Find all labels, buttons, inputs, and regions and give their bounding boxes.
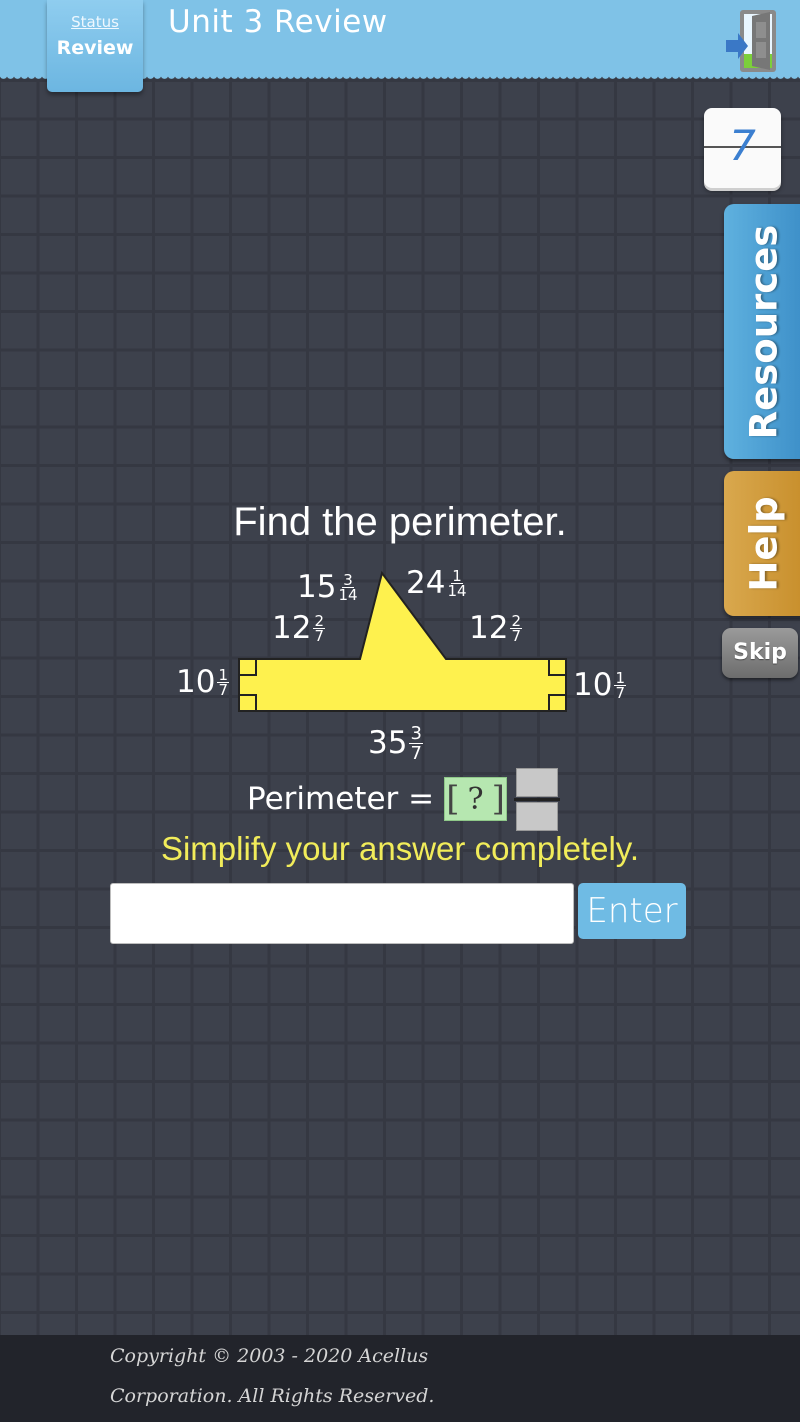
perimeter-equation: Perimeter = [ ? ]	[247, 766, 561, 832]
status-link[interactable]: Status	[47, 13, 143, 31]
status-value: Review	[56, 37, 134, 59]
label-left-side: 10 17	[176, 664, 229, 700]
resources-label: Resources	[742, 224, 786, 439]
label-top-right: 12 27	[469, 610, 522, 646]
numerator-slot[interactable]	[516, 767, 559, 797]
whole-number-slot[interactable]: [ ? ]	[444, 777, 508, 821]
exit-button[interactable]	[724, 10, 780, 76]
copyright-line-1: Copyright © 2003 - 2020 Acellus	[110, 1345, 429, 1367]
page-title: Unit 3 Review	[168, 4, 388, 40]
exit-door-icon	[726, 10, 776, 72]
label-right-side: 10 17	[573, 667, 626, 703]
right-angle-marker	[239, 694, 257, 711]
answer-input[interactable]	[110, 883, 574, 944]
label-top-left: 12 27	[272, 610, 325, 646]
perimeter-label: Perimeter =	[247, 781, 435, 817]
denominator-slot[interactable]	[516, 801, 559, 831]
skip-button[interactable]: Skip	[722, 628, 798, 678]
right-angle-marker	[548, 694, 566, 711]
hint-text: Simplify your answer completely.	[160, 830, 640, 867]
answer-placeholder: ?	[467, 781, 484, 817]
counter-value: 7	[729, 121, 756, 170]
enter-button[interactable]: Enter	[578, 883, 686, 939]
fraction-slots	[514, 767, 561, 831]
copyright-line-2: Corporation. All Rights Reserved.	[110, 1385, 435, 1407]
label-right-slant: 24 1 14	[406, 565, 467, 601]
question-counter: 7	[704, 108, 781, 188]
fraction-bar	[514, 797, 561, 801]
right-angle-marker	[239, 659, 257, 676]
question-title: Find the perimeter.	[233, 500, 567, 544]
perimeter-figure	[238, 570, 567, 712]
footer: Copyright © 2003 - 2020 Acellus Corporat…	[0, 1335, 800, 1422]
status-tab[interactable]: Status Review	[47, 0, 143, 92]
label-bottom: 35 37	[368, 723, 423, 764]
right-angle-marker	[548, 659, 566, 676]
resources-tab[interactable]: Resources	[724, 204, 800, 459]
label-left-slant: 15 3 14	[297, 569, 358, 605]
